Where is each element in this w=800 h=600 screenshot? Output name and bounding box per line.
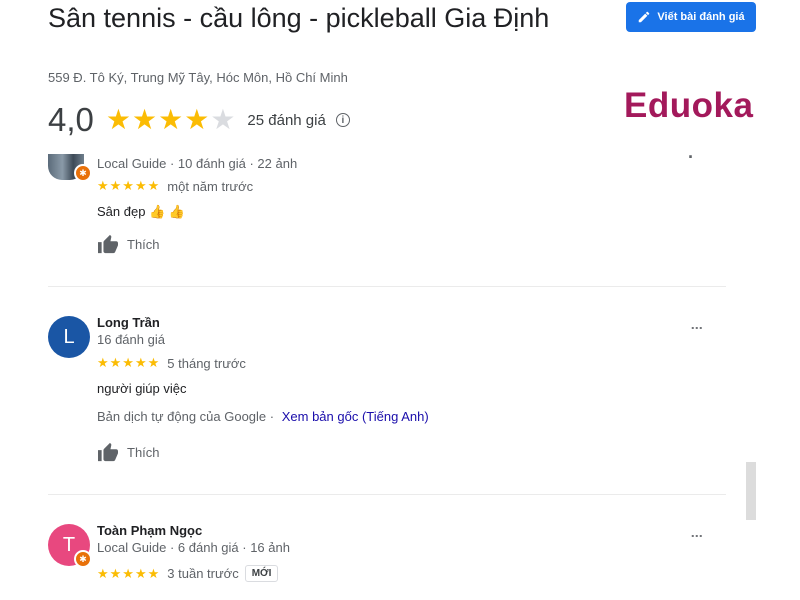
review-rating: ★★★★★ 3 tuần trước MỚI — [97, 565, 279, 582]
divider — [48, 286, 726, 287]
review-stars: ★★★★★ — [97, 565, 161, 581]
translation-notice: Bản dịch tự động của Google · Xem bản gố… — [97, 409, 429, 424]
thumbs-up-icon — [98, 442, 118, 462]
more-options-icon[interactable]: · — [688, 148, 694, 166]
like-label: Thích — [127, 444, 160, 460]
star-icon: ★ — [158, 104, 184, 135]
separator: · — [269, 409, 278, 424]
local-guide-badge-icon: ✱ — [74, 550, 92, 568]
review-count[interactable]: 25 đánh giá — [247, 112, 325, 129]
see-original-link[interactable]: Xem bản gốc (Tiếng Anh) — [282, 409, 429, 424]
review-time: một năm trước — [167, 178, 254, 194]
local-guide-badge-icon: ✱ — [74, 164, 92, 182]
rating-value: 4,0 — [48, 101, 94, 138]
scrollbar-thumb[interactable] — [746, 462, 756, 520]
place-title: Sân tennis - cầu lông - pickleball Gia Đ… — [48, 3, 550, 33]
pencil-icon — [639, 11, 650, 23]
avatar[interactable]: L — [48, 316, 90, 358]
translation-note: Bản dịch tự động của Google — [97, 409, 267, 424]
review-rating: ★★★★★ 5 tháng trước — [97, 355, 246, 371]
review-stars: ★★★★★ — [97, 355, 161, 370]
info-icon[interactable]: i — [335, 113, 350, 127]
more-options-icon[interactable]: ⋮ — [688, 322, 706, 332]
divider — [48, 494, 726, 495]
star-icon: ★ — [131, 104, 158, 135]
reviewer-name[interactable]: Toàn Phạm Ngọc — [97, 523, 202, 538]
thumbs-up-icon — [98, 234, 118, 254]
new-badge: MỚI — [244, 565, 279, 582]
more-options-icon[interactable]: ⋮ — [688, 530, 706, 540]
rating-summary: 4,0 ★ ★ ★ ★ ★ 25 đánh giá i — [48, 100, 350, 140]
review-rating: ★★★★★ một năm trước — [97, 178, 253, 194]
write-review-label: Viết bài đánh giá — [657, 11, 745, 23]
review-text: người giúp việc — [97, 381, 187, 396]
star-empty-icon: ★ — [210, 104, 236, 135]
rating-stars: ★ ★ ★ ★ ★ — [106, 106, 236, 134]
review-text: Sân đẹp 👍 👍 — [97, 204, 186, 219]
reviewer-name[interactable]: Long Trần — [97, 315, 160, 330]
write-review-button[interactable]: Viết bài đánh giá — [626, 2, 756, 32]
reviewer-meta: Local Guide · 10 đánh giá · 22 ảnh — [97, 156, 298, 171]
eduoka-logo: Eduoka — [624, 86, 754, 125]
review-stars: ★★★★★ — [97, 178, 161, 193]
star-icon: ★ — [105, 104, 131, 135]
place-address: 559 Đ. Tô Ký, Trung Mỹ Tây, Hóc Môn, Hồ … — [48, 70, 348, 85]
like-button[interactable]: Thích — [97, 234, 160, 254]
like-button[interactable]: Thích — [97, 442, 160, 462]
review-time: 3 tuần trước — [167, 566, 239, 581]
like-label: Thích — [127, 236, 160, 252]
reviewer-meta: 16 đánh giá — [97, 332, 165, 347]
reviewer-meta: Local Guide · 6 đánh giá · 16 ảnh — [97, 540, 290, 555]
star-icon: ★ — [184, 104, 210, 135]
review-time: 5 tháng trước — [167, 355, 246, 371]
